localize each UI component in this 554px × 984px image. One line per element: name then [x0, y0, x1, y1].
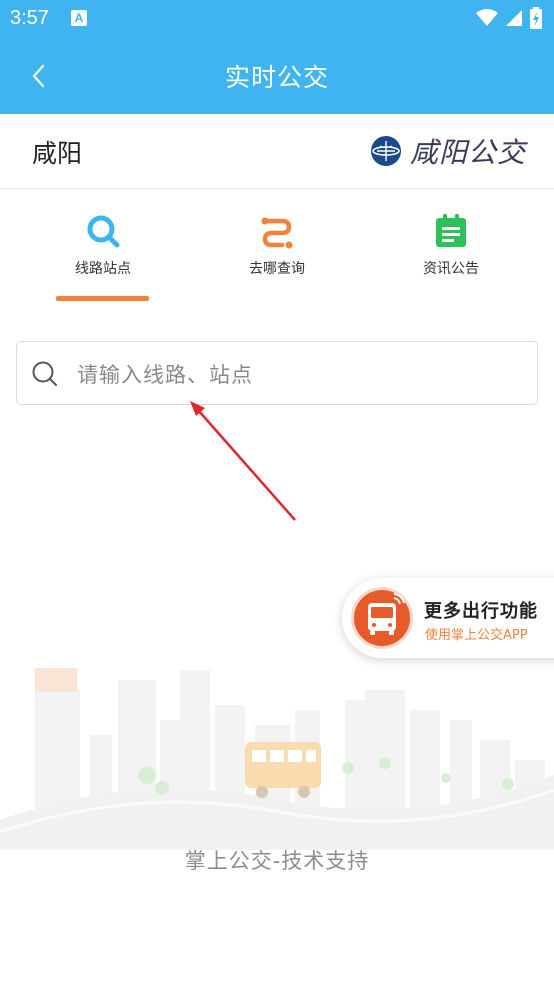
- signal-icon: [506, 10, 522, 26]
- city-bus-illustration: [0, 668, 554, 850]
- city-selector[interactable]: 咸阳: [32, 134, 82, 170]
- city-row: 咸阳 咸阳公交: [0, 114, 554, 189]
- wifi-icon: [476, 9, 498, 26]
- brand-name: 咸阳公交: [409, 136, 526, 169]
- search-box[interactable]: [16, 341, 538, 405]
- battery-icon: [530, 7, 542, 29]
- status-time: 3:57: [10, 7, 49, 29]
- notice-icon: [436, 214, 466, 247]
- status-bar: 3:57 A: [0, 0, 554, 38]
- promo-subtitle: 使用掌上公交APP: [425, 628, 528, 643]
- brand-logo: 咸阳公交: [370, 131, 526, 171]
- footer-tech-support: 掌上公交-技术支持: [184, 849, 370, 873]
- status-icons: [476, 7, 542, 29]
- tab-news-notice[interactable]: 资讯公告: [376, 212, 526, 278]
- tab-label: 线路站点: [75, 261, 131, 277]
- bus-icon: [351, 587, 413, 649]
- bus-company-logo-icon: [370, 136, 401, 166]
- promo-title: 更多出行功能: [424, 601, 538, 622]
- tab-line-stop[interactable]: 线路站点: [28, 212, 178, 278]
- search-icon: [87, 215, 120, 248]
- notification-icon: A: [71, 10, 87, 26]
- search-input[interactable]: [75, 354, 519, 396]
- tab-label: 资讯公告: [423, 261, 479, 277]
- active-tab-indicator: [56, 296, 149, 301]
- promo-more-features-button[interactable]: 更多出行功能 使用掌上公交APP: [342, 578, 554, 658]
- route-icon: [261, 217, 293, 249]
- tab-route-query[interactable]: 去哪查询: [202, 212, 352, 278]
- page-title: 实时公交: [224, 63, 329, 92]
- search-icon: [32, 361, 57, 386]
- app-bar: 实时公交: [0, 38, 554, 114]
- tab-bar: 线路站点 去哪查询 资讯公告: [0, 190, 554, 310]
- tab-label: 去哪查询: [249, 261, 305, 277]
